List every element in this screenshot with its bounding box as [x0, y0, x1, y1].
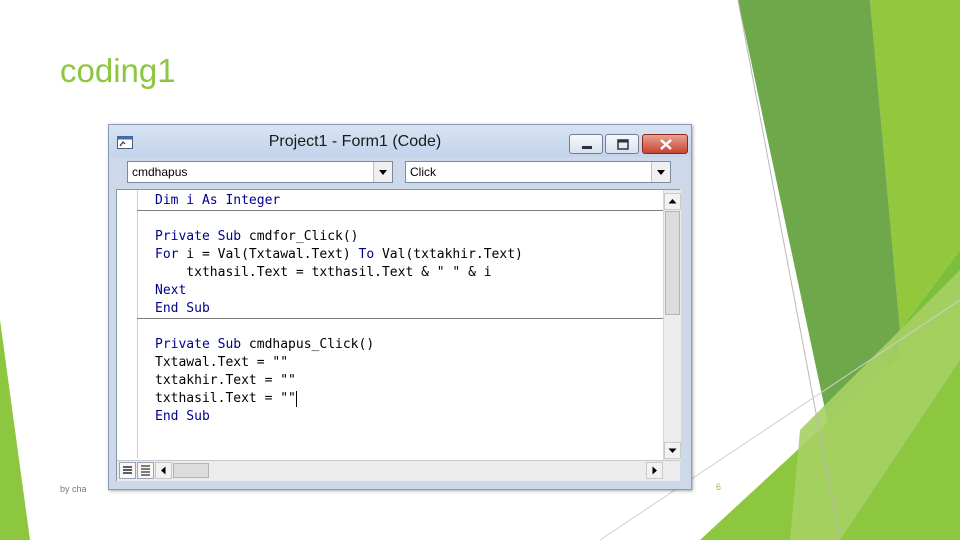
vertical-scroll-thumb[interactable] [665, 211, 680, 315]
window-titlebar[interactable]: Project1 - Form1 (Code) [109, 125, 691, 157]
code-text: txthasil.Text = txthasil.Text & " " & i [155, 265, 492, 280]
horizontal-scroll-thumb[interactable] [173, 463, 209, 478]
scroll-down-button[interactable] [664, 442, 681, 459]
maximize-button[interactable] [605, 134, 639, 154]
minimize-icon [582, 146, 592, 149]
arrow-left-icon [161, 466, 166, 475]
code-text: txtakhir.Text = "" [155, 373, 296, 388]
code-text: cmdfor_Click() [248, 229, 359, 244]
maximize-icon [617, 139, 629, 150]
code-text: txthasil.Text = "" [155, 391, 296, 406]
code-line[interactable]: End Sub [155, 300, 210, 318]
close-icon [660, 139, 672, 150]
procedure-dropdown[interactable]: Click [405, 161, 671, 183]
code-keyword: Private Sub [155, 337, 249, 352]
full-module-view-button[interactable] [137, 462, 154, 479]
procedure-view-icon [123, 466, 132, 474]
arrow-down-icon [668, 448, 677, 453]
code-line[interactable]: txtakhir.Text = "" [155, 372, 296, 390]
code-line[interactable]: Next [155, 282, 186, 300]
code-keyword: Dim i As Integer [155, 193, 281, 208]
text-cursor [295, 390, 297, 407]
chevron-down-icon [657, 170, 665, 175]
code-keyword: To [358, 247, 375, 262]
code-text: i = Val(Txtawal.Text) [178, 247, 359, 262]
close-button[interactable] [642, 134, 688, 154]
horizontal-scrollbar[interactable] [117, 460, 680, 481]
code-line[interactable]: Private Sub cmdfor_Click() [155, 228, 359, 246]
scroll-left-button[interactable] [155, 462, 172, 479]
scroll-up-button[interactable] [664, 193, 681, 210]
slide-title: coding1 [60, 52, 176, 89]
minimize-button[interactable] [569, 134, 603, 154]
code-line[interactable]: txthasil.Text = "" [155, 390, 297, 408]
vertical-scrollbar[interactable] [663, 190, 681, 460]
procedure-dropdown-button[interactable] [651, 162, 670, 182]
arrow-up-icon [668, 199, 677, 204]
code-keyword: For [155, 247, 179, 262]
procedure-view-button[interactable] [119, 462, 136, 479]
procedure-separator [137, 318, 663, 319]
code-line[interactable]: Txtawal.Text = "" [155, 354, 288, 372]
object-dropdown[interactable]: cmdhapus [127, 161, 393, 183]
arrow-right-icon [652, 466, 657, 475]
chevron-down-icon [379, 170, 387, 175]
code-line[interactable]: For i = Val(Txtawal.Text) To Val(txtakhi… [155, 246, 523, 264]
object-dropdown-button[interactable] [373, 162, 392, 182]
code-window: Project1 - Form1 (Code) cmdhapus Click D… [108, 124, 692, 490]
code-text: Val(txtakhir.Text) [374, 247, 523, 262]
code-line[interactable]: Dim i As Integer [155, 192, 280, 210]
code-keyword: End Sub [155, 301, 210, 316]
code-line[interactable]: End Sub [155, 408, 210, 426]
object-dropdown-value: cmdhapus [132, 165, 188, 179]
scroll-right-button[interactable] [646, 462, 663, 479]
footer-author: by cha [60, 484, 87, 494]
margin-indicator-bar[interactable] [117, 190, 138, 458]
code-keyword: End Sub [155, 409, 210, 424]
procedure-separator [137, 210, 663, 211]
code-line[interactable]: txthasil.Text = txthasil.Text & " " & i [155, 264, 492, 282]
code-editor[interactable]: Dim i As Integer Private Sub cmdfor_Click… [116, 189, 681, 481]
page-number: 6 [716, 482, 722, 492]
code-line[interactable]: Private Sub cmdhapus_Click() [155, 336, 374, 354]
full-module-view-icon [141, 465, 150, 476]
code-keyword: Private Sub [155, 229, 249, 244]
code-text: Txtawal.Text = "" [155, 355, 289, 370]
code-keyword: Next [155, 283, 187, 298]
window-title: Project1 - Form1 (Code) [268, 133, 442, 150]
code-text: cmdhapus_Click() [248, 337, 375, 352]
procedure-dropdown-value: Click [410, 165, 436, 179]
